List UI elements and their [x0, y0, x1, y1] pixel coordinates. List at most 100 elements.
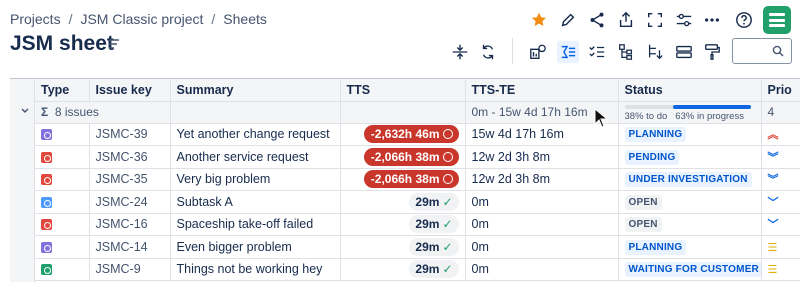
issue-key-cell[interactable]: JSMC-14	[89, 235, 171, 259]
checklist-icon[interactable]	[586, 41, 608, 63]
issue-key[interactable]: JSMC-39	[96, 127, 148, 141]
issue-key[interactable]: JSMC-24	[96, 195, 148, 209]
issue-key-cell[interactable]: JSMC-16	[89, 213, 171, 236]
pencil-icon[interactable]	[557, 9, 579, 31]
add-chart-icon[interactable]	[527, 41, 549, 63]
status-cell[interactable]: OPEN	[618, 190, 762, 214]
issue-key-cell[interactable]: JSMC-35	[89, 168, 171, 191]
tts-te-value: 0m	[471, 217, 489, 232]
summary-cell[interactable]: Subtask A	[170, 190, 341, 214]
more-icon[interactable]	[701, 9, 723, 31]
status-cell[interactable]: WAITING FOR CUSTOMER	[618, 258, 762, 281]
refresh-icon[interactable]	[477, 41, 499, 63]
status-badge[interactable]: OPEN	[624, 194, 662, 210]
collapse-chevron-icon[interactable]	[20, 106, 30, 116]
status-badge[interactable]: UNDER INVESTIGATION	[624, 172, 752, 188]
fullscreen-icon[interactable]	[644, 9, 666, 31]
search-input[interactable]	[732, 38, 792, 64]
issue-type-icon	[41, 174, 52, 186]
breadcrumb-sheets[interactable]: Sheets	[223, 11, 267, 27]
sigma-icon: Σ	[41, 105, 49, 119]
tts-cell: 29m ✓	[340, 213, 466, 236]
summary-cell	[340, 101, 466, 124]
type-cell	[35, 123, 90, 146]
table-row[interactable]: JSMC-36 Another service request -2,066h 38…	[35, 145, 800, 169]
status-badge[interactable]: PENDING	[624, 149, 680, 165]
priority-cell: ︽	[761, 123, 800, 146]
table-row[interactable]: JSMC-24 Subtask A 29m ✓ 0m OPEN ﹀	[35, 190, 800, 214]
issue-key[interactable]: JSMC-35	[96, 172, 148, 186]
issue-type-icon	[41, 129, 52, 141]
help-icon[interactable]	[733, 9, 755, 31]
column-header-summary[interactable]: Summary	[170, 79, 341, 102]
issue-key-cell[interactable]: JSMC-36	[89, 145, 171, 169]
column-header-issue-key[interactable]: Issue key	[89, 79, 171, 102]
status-progress-fill	[672, 105, 751, 109]
breadcrumb-project[interactable]: JSM Classic project	[80, 11, 203, 27]
issue-key[interactable]: JSMC-16	[96, 217, 148, 231]
star-icon[interactable]	[528, 9, 550, 31]
status-cell[interactable]: PLANNING	[618, 123, 762, 146]
type-cell	[35, 168, 90, 191]
toolbar-divider	[512, 38, 513, 64]
medium-priority-icon: ☰	[767, 241, 778, 254]
low-priority-icon: ﹀	[767, 219, 779, 232]
tts-breached-badge: -2,632h 46m	[363, 125, 459, 144]
settings-sliders-icon[interactable]	[673, 9, 695, 31]
status-cell[interactable]: PENDING	[618, 145, 762, 169]
status-progress-label: 63% in progress	[675, 111, 744, 122]
medium-priority-icon: ☰	[767, 264, 778, 277]
summary-cell[interactable]: Very big problem	[170, 168, 341, 191]
summary-cell[interactable]: Spaceship take-off failed	[170, 213, 341, 236]
column-header-tts-te[interactable]: TTS-TE	[465, 79, 619, 102]
tts-cell: -2,066h 38m	[340, 168, 466, 191]
table-row[interactable]: JSMC-16 Spaceship take-off failed 29m ✓ 0m OP…	[35, 213, 800, 236]
status-badge[interactable]: PLANNING	[624, 239, 687, 255]
status-cell[interactable]: PLANNING	[618, 235, 762, 259]
sum-icon[interactable]	[557, 41, 579, 63]
status-badge[interactable]: WAITING FOR CUSTOMER	[624, 262, 760, 278]
issue-key-cell[interactable]: JSMC-24	[89, 190, 171, 214]
issue-key-cell[interactable]: JSMC-9	[89, 258, 171, 281]
share-icon[interactable]	[586, 9, 608, 31]
sheets-logo-icon[interactable]	[763, 6, 791, 34]
table-row[interactable]: JSMC-39 Yet another change request -2,632h…	[35, 123, 800, 146]
summary-cell[interactable]: Things not be working hey	[170, 258, 341, 281]
hierarchy-icon[interactable]	[615, 41, 637, 63]
column-header-tts[interactable]: TTS	[340, 79, 466, 102]
status-badge[interactable]: OPEN	[624, 217, 662, 233]
issue-key[interactable]: JSMC-14	[96, 240, 148, 254]
column-header-priority[interactable]: Prio	[761, 79, 800, 102]
paint-roller-icon[interactable]	[701, 41, 723, 63]
table-row[interactable]: JSMC-9 Things not be working hey 29m ✓ 0m WAI…	[35, 258, 800, 281]
tts-breached-badge: -2,066h 38m	[363, 147, 459, 166]
issue-key[interactable]: JSMC-36	[96, 150, 148, 164]
table-row[interactable]: JSMC-35 Very big problem -2,066h 38m 12w 2d…	[35, 168, 800, 191]
column-header-status[interactable]: Status	[618, 79, 762, 102]
hierarchy-down-icon[interactable]	[644, 41, 666, 63]
tts-te-cell: 0m	[465, 213, 619, 236]
title-menu-icon[interactable]	[108, 38, 120, 50]
clock-icon	[442, 174, 453, 185]
column-header-type[interactable]: Type	[35, 79, 90, 102]
group-icon[interactable]	[673, 41, 695, 63]
breadcrumb-projects[interactable]: Projects	[10, 11, 61, 27]
status-cell[interactable]: UNDER INVESTIGATION	[618, 168, 762, 191]
export-icon[interactable]	[615, 9, 637, 31]
check-icon: ✓	[442, 217, 453, 232]
table-row[interactable]: JSMC-14 Even bigger problem 29m ✓ 0m PLANNING…	[35, 235, 800, 259]
status-badge[interactable]: PLANNING	[624, 127, 687, 143]
issue-type-icon	[41, 151, 52, 163]
issue-summary: Things not be working hey	[176, 262, 323, 277]
status-cell[interactable]: OPEN	[618, 213, 762, 236]
summary-cell[interactable]: Yet another change request	[170, 123, 341, 146]
issue-key[interactable]: JSMC-9	[96, 262, 141, 276]
summary-status: 38% to do 63% in progress	[618, 101, 762, 124]
issue-summary: Another service request	[176, 149, 309, 164]
summary-cell[interactable]: Another service request	[170, 145, 341, 169]
priority-cell: ﹀	[761, 213, 800, 236]
issue-key-cell[interactable]: JSMC-39	[89, 123, 171, 146]
summary-cell[interactable]: Even bigger problem	[170, 235, 341, 259]
top-bar: Projects / JSM Classic project / Sheets JSM …	[0, 0, 800, 70]
row-height-icon[interactable]	[449, 41, 471, 63]
